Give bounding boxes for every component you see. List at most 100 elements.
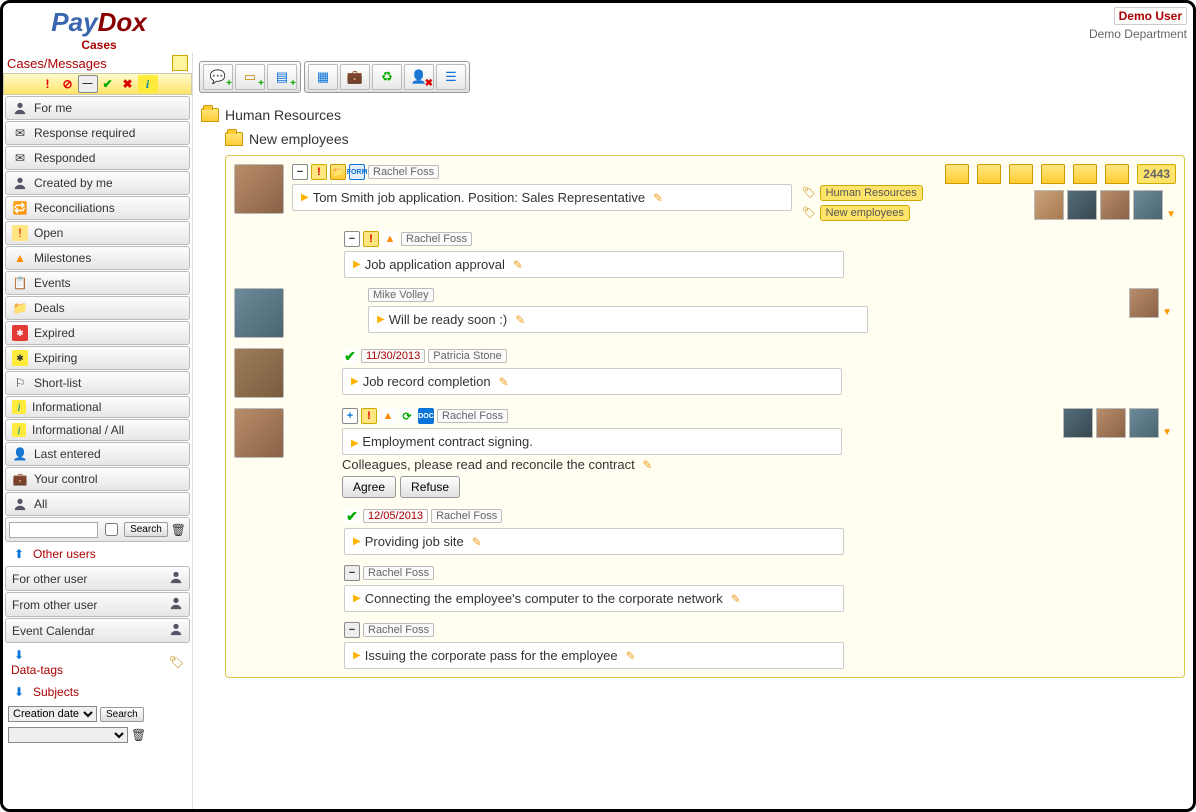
author-chip[interactable]: Rachel Foss (363, 566, 434, 580)
collapse-toggle[interactable]: − (344, 231, 360, 247)
breadcrumb-sub[interactable]: New employees (225, 131, 1185, 147)
participants-dropdown-icon[interactable]: ▼ (1162, 307, 1172, 318)
sidebar-for-other-user[interactable]: For other user (5, 566, 190, 591)
sidebar-event-calendar[interactable]: Event Calendar (5, 618, 190, 643)
task-msg[interactable]: ▶Job record completion✎ (342, 368, 842, 395)
folder-action-icon[interactable] (1073, 164, 1097, 184)
delete-filter-icon[interactable]: 🗑 (131, 728, 146, 742)
folder-action-icon[interactable] (1041, 164, 1065, 184)
author-chip[interactable]: Rachel Foss (431, 509, 502, 523)
sidebar-item-responded[interactable]: ✉Responded (5, 146, 190, 170)
block-icon[interactable]: ⊘ (58, 75, 78, 93)
cone-icon[interactable]: ▲ (380, 408, 396, 424)
participant-avatar[interactable] (1129, 408, 1159, 438)
edit-icon[interactable]: ✎ (642, 458, 652, 472)
folder-action-icon[interactable] (945, 164, 969, 184)
sidebar-item-deals[interactable]: 📁Deals (5, 296, 190, 320)
sidebar-search-input[interactable] (9, 522, 98, 538)
participant-avatar[interactable] (1129, 288, 1159, 318)
participant-avatar[interactable] (1067, 190, 1097, 220)
recycle-button[interactable]: ♻ (372, 64, 402, 90)
tag-hr[interactable]: Human Resources (820, 185, 923, 201)
sidebar-title[interactable]: Cases/Messages (7, 56, 107, 71)
priority-icon[interactable]: ! (311, 164, 327, 180)
participant-avatar[interactable] (1063, 408, 1093, 438)
tag-new-emp[interactable]: New employees (820, 205, 910, 221)
case-title-box[interactable]: ▶ Tom Smith job application. Position: S… (292, 184, 792, 211)
sidebar-item-informational-all[interactable]: iInformational / All (5, 419, 190, 441)
priority-icon[interactable]: ! (363, 231, 379, 247)
priority-icon[interactable]: ! (361, 408, 377, 424)
sidebar-item-for-me[interactable]: For me (5, 96, 190, 120)
collapse-toggle[interactable]: − (344, 565, 360, 581)
breadcrumb-root[interactable]: Human Resources (201, 107, 1185, 123)
new-window-button[interactable]: ▤+ (267, 64, 297, 90)
briefcase-button[interactable]: 💼 (340, 64, 370, 90)
info-icon[interactable]: i (138, 75, 158, 93)
sidebar-item-last-entered[interactable]: 👤Last entered (5, 442, 190, 466)
participants-dropdown-icon[interactable]: ▼ (1166, 209, 1176, 220)
check-icon[interactable]: ✔ (98, 75, 118, 93)
sidebar-item-informational[interactable]: iInformational (5, 396, 190, 418)
edit-icon[interactable]: ✎ (626, 649, 636, 663)
calendar-button[interactable]: ▦ (308, 64, 338, 90)
sidebar-search-button[interactable]: Search (124, 522, 168, 537)
sidebar-item-response-required[interactable]: ✉Response required (5, 121, 190, 145)
task-msg[interactable]: ▶Job application approval✎ (344, 251, 844, 278)
participant-avatar[interactable] (1034, 190, 1064, 220)
author-chip[interactable]: Rachel Foss (363, 623, 434, 637)
current-user-link[interactable]: Demo User (1114, 7, 1187, 25)
sidebar-item-expiring[interactable]: ✱Expiring (5, 346, 190, 370)
sidebar-data-tags[interactable]: ⬇Data-tags🏷 (5, 644, 190, 680)
form-icon[interactable]: FORM (349, 164, 365, 180)
task-msg[interactable]: ▶Issuing the corporate pass for the empl… (344, 642, 844, 669)
creation-date-select[interactable]: Creation date (8, 706, 97, 722)
list-button[interactable]: ☰ (436, 64, 466, 90)
sidebar-item-open[interactable]: !Open (5, 221, 190, 245)
delete-search-icon[interactable]: 🗑 (171, 523, 186, 537)
sidebar-item-your-control[interactable]: 💼Your control (5, 467, 190, 491)
task-msg[interactable]: ▶Will be ready soon :)✎ (368, 306, 868, 333)
folder-action-icon[interactable] (1009, 164, 1033, 184)
author-chip[interactable]: Patricia Stone (428, 349, 506, 363)
avatar[interactable] (234, 408, 284, 458)
collapse-toggle[interactable]: − (344, 622, 360, 638)
filter-select[interactable] (8, 727, 128, 743)
sidebar-search-checkbox[interactable] (105, 523, 118, 536)
avatar[interactable] (234, 288, 284, 338)
edit-icon[interactable]: ✎ (731, 592, 741, 606)
sidebar-subjects[interactable]: ⬇Subjects (5, 681, 190, 703)
collapse-toggle[interactable]: − (292, 164, 308, 180)
task-msg[interactable]: ▶Providing job site✎ (344, 528, 844, 555)
refuse-button[interactable]: Refuse (400, 476, 460, 498)
sidebar-item-created-by-me[interactable]: Created by me (5, 171, 190, 195)
edit-icon[interactable]: ✎ (472, 535, 482, 549)
sidebar-other-users[interactable]: ⬆Other users (5, 543, 190, 565)
remove-user-button[interactable]: 👤✖ (404, 64, 434, 90)
new-message-button[interactable]: 💬+ (203, 64, 233, 90)
author-chip[interactable]: Rachel Foss (401, 232, 472, 246)
author-chip[interactable]: Mike Volley (368, 288, 434, 302)
participant-avatar[interactable] (1096, 408, 1126, 438)
participant-avatar[interactable] (1100, 190, 1130, 220)
sidebar-item-milestones[interactable]: ▲Milestones (5, 246, 190, 270)
folder-action-icon[interactable] (977, 164, 1001, 184)
cone-icon[interactable]: ▲ (382, 231, 398, 247)
expand-toggle[interactable]: + (342, 408, 358, 424)
edit-icon[interactable]: ✎ (513, 258, 523, 272)
done-icon[interactable]: ✔ (342, 348, 358, 364)
sidebar-from-other-user[interactable]: From other user (5, 592, 190, 617)
priority-icon[interactable]: ! (38, 75, 58, 93)
task-msg[interactable]: ▶Connecting the employee's computer to t… (344, 585, 844, 612)
edit-icon[interactable]: ✎ (499, 375, 509, 389)
collapse-icon[interactable]: — (78, 75, 98, 93)
task-msg[interactable]: ▶ Employment contract signing. (342, 428, 842, 455)
sidebar-item-short-list[interactable]: ⚐Short-list (5, 371, 190, 395)
folder-small-icon[interactable]: 📁 (330, 164, 346, 180)
new-card-button[interactable]: ▭+ (235, 64, 265, 90)
sidebar-item-reconciliations[interactable]: 🔁Reconciliations (5, 196, 190, 220)
edit-icon[interactable]: ✎ (515, 313, 525, 327)
delete-icon[interactable]: ✖ (118, 75, 138, 93)
avatar[interactable] (234, 164, 284, 214)
done-icon[interactable]: ✔ (344, 508, 360, 524)
